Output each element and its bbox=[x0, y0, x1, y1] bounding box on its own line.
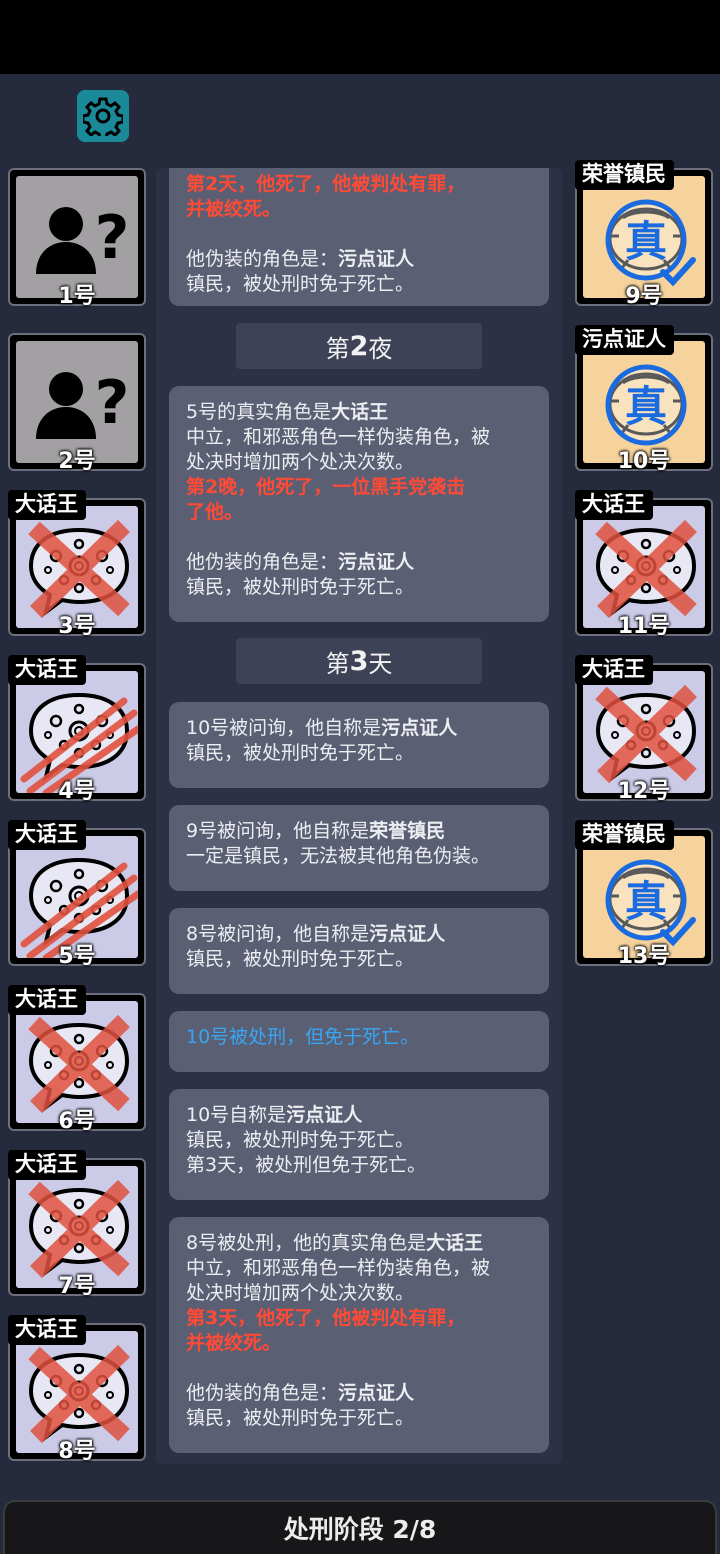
player-tile[interactable]: 大话王 5号 bbox=[8, 820, 146, 969]
role-tag: 大话王 bbox=[575, 655, 653, 685]
role-tag: 大话王 bbox=[8, 820, 86, 850]
event-log-panel[interactable]: 第2天，他死了，他被判处有罪， 并被绞死。 他伪装的角色是：污点证人 镇民，被处… bbox=[156, 168, 562, 1464]
log-card: 8号被处刑，他的真实角色是大话王 中立，和邪恶角色一样伪装角色，被 处决时增加两… bbox=[169, 1217, 549, 1453]
role-name: 大话王 bbox=[331, 401, 389, 423]
event-feed: 第2天，他死了，他被判处有罪， 并被绞死。 他伪装的角色是：污点证人 镇民，被处… bbox=[156, 168, 562, 1464]
player-tile[interactable]: 真 污点证人 10号 bbox=[575, 325, 713, 474]
player-number: 13号 bbox=[617, 944, 671, 969]
role-name: 污点证人 bbox=[381, 717, 458, 739]
player-number: 9号 bbox=[625, 284, 663, 309]
svg-text:真: 真 bbox=[625, 217, 667, 266]
svg-text:真: 真 bbox=[625, 877, 667, 926]
log-card: 9号被问询，他自称是荣誉镇民 一定是镇民，无法被其他角色伪装。 bbox=[169, 805, 549, 891]
player-tile[interactable]: 大话王 6号 bbox=[8, 985, 146, 1134]
role-tag: 大话王 bbox=[8, 490, 86, 520]
role-tag: 大话王 bbox=[8, 1315, 86, 1345]
player-number: 12号 bbox=[617, 779, 671, 804]
phase-label: 处刑阶段 2/8 bbox=[283, 1515, 437, 1544]
role-tag: 荣誉镇民 bbox=[575, 160, 674, 190]
svg-text:?: ? bbox=[95, 203, 130, 273]
role-tag: 大话王 bbox=[8, 985, 86, 1015]
player-tile[interactable]: 大话王 11号 bbox=[575, 490, 713, 639]
player-tile[interactable]: ? 1号 bbox=[8, 168, 146, 309]
log-card: 8号被问询，他自称是污点证人 镇民，被处刑时免于死亡。 bbox=[169, 908, 549, 994]
role-tag: 污点证人 bbox=[575, 325, 674, 355]
player-tile[interactable]: 真 荣誉镇民 13号 bbox=[575, 820, 713, 969]
phase-header-night-2: 第2夜 bbox=[236, 323, 482, 369]
svg-text:真: 真 bbox=[625, 382, 667, 431]
log-card: 10号自称是污点证人 镇民，被处刑时免于死亡。 第3天，被处刑但免于死亡。 bbox=[169, 1089, 549, 1200]
settings-button[interactable] bbox=[77, 90, 129, 142]
player-tile[interactable]: 大话王 7号 bbox=[8, 1150, 146, 1299]
player-number: 6号 bbox=[58, 1109, 96, 1134]
player-number: 7号 bbox=[58, 1274, 96, 1299]
role-tag: 大话王 bbox=[8, 655, 86, 685]
role-name: 污点证人 bbox=[338, 248, 415, 270]
player-number: 4号 bbox=[58, 779, 96, 804]
gear-icon bbox=[83, 97, 123, 136]
log-card: 10号被处刑，但免于死亡。 bbox=[169, 1011, 549, 1072]
player-tile[interactable]: 真 荣誉镇民 9号 bbox=[575, 160, 713, 309]
player-tile[interactable]: 大话王 8号 bbox=[8, 1315, 146, 1464]
player-tile[interactable]: 大话王 12号 bbox=[575, 655, 713, 804]
role-name: 污点证人 bbox=[286, 1104, 363, 1126]
death-line: 第2天，他死了，他被判处有罪， bbox=[186, 173, 466, 195]
role-tag: 大话王 bbox=[8, 1150, 86, 1180]
log-card: 10号被问询，他自称是污点证人 镇民，被处刑时免于死亡。 bbox=[169, 702, 549, 788]
role-tag: 荣誉镇民 bbox=[575, 820, 674, 850]
player-number: 8号 bbox=[58, 1439, 96, 1464]
svg-text:?: ? bbox=[95, 368, 130, 438]
death-line: 了他。 bbox=[186, 501, 244, 523]
player-number: 5号 bbox=[58, 944, 96, 969]
player-number: 1号 bbox=[58, 284, 96, 309]
death-line: 第2晚，他死了，一位黑手党袭击 bbox=[186, 476, 466, 498]
disguise-prefix: 他伪装的角色是： bbox=[186, 248, 339, 270]
role-name: 污点证人 bbox=[369, 923, 446, 945]
role-name: 污点证人 bbox=[338, 1382, 415, 1404]
player-number: 2号 bbox=[58, 449, 96, 474]
player-tile[interactable]: 大话王 3号 bbox=[8, 490, 146, 639]
status-bar bbox=[0, 0, 720, 74]
player-number: 10号 bbox=[617, 449, 671, 474]
log-card: 5号的真实角色是大话王 中立，和邪恶角色一样伪装角色，被 处决时增加两个处决次数… bbox=[169, 386, 549, 622]
death-line: 第3天，他死了，他被判处有罪， bbox=[186, 1307, 466, 1329]
death-line: 并被绞死。 bbox=[186, 1332, 282, 1354]
role-name: 污点证人 bbox=[338, 551, 415, 573]
role-tag: 大话王 bbox=[575, 490, 653, 520]
role-name: 大话王 bbox=[426, 1232, 484, 1254]
phase-indicator: 处刑阶段 2/8 bbox=[3, 1500, 717, 1554]
phase-header-day-3: 第3天 bbox=[236, 638, 482, 684]
log-card: 第2天，他死了，他被判处有罪， 并被绞死。 他伪装的角色是：污点证人 镇民，被处… bbox=[169, 168, 549, 306]
player-tile[interactable]: ? 2号 bbox=[8, 333, 146, 474]
info-line: 10号被处刑，但免于死亡。 bbox=[186, 1026, 420, 1048]
player-number: 3号 bbox=[58, 614, 96, 639]
role-name: 荣誉镇民 bbox=[369, 820, 446, 842]
role-description: 镇民，被处刑时免于死亡。 bbox=[186, 273, 415, 295]
death-line: 并被绞死。 bbox=[186, 198, 282, 220]
player-number: 11号 bbox=[617, 614, 671, 639]
player-tile[interactable]: 大话王 4号 bbox=[8, 655, 146, 804]
